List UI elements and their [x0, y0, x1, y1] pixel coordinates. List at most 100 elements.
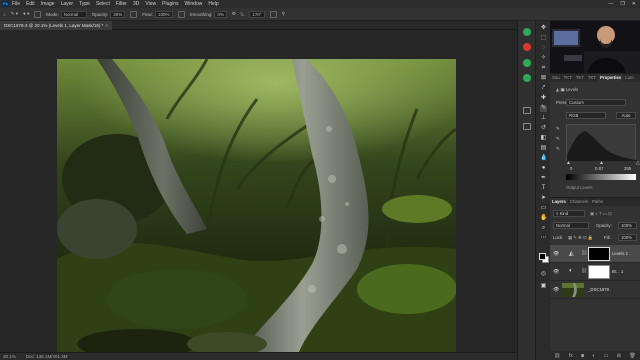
layer-name[interactable]: Levels 1 — [612, 251, 628, 256]
history-brush-tool-icon[interactable]: ↺ — [540, 125, 547, 132]
layer-brightness[interactable]: 👁 ◐ ⛓ Br... 1 — [550, 263, 640, 281]
foreground-color-swatch[interactable] — [539, 253, 546, 260]
smoothing-input[interactable]: 0% — [214, 10, 227, 18]
close-window-button[interactable]: ✕ — [632, 1, 636, 7]
quick-select-tool-icon[interactable]: ✧ — [540, 55, 547, 62]
input-mid-value[interactable]: 0.87 — [595, 166, 603, 171]
frame-tool-icon[interactable]: ⊠ — [540, 75, 547, 82]
healing-tool-icon[interactable]: ✚ — [540, 95, 547, 102]
zoom-tool-icon[interactable]: ⌕ — [540, 225, 547, 232]
dodge-tool-icon[interactable]: ● — [540, 165, 547, 172]
shape-tool-icon[interactable]: ▭ — [540, 205, 547, 212]
tab-tkt-2[interactable]: TKT — [574, 74, 586, 82]
marquee-tool-icon[interactable]: ⬚ — [540, 35, 547, 42]
tab-channels[interactable]: Channels — [568, 198, 590, 206]
lock-icons[interactable]: ▦ ✎ ✥ ⊡ 🔒 — [568, 235, 593, 241]
tab-layers[interactable]: Layers — [550, 198, 568, 206]
document-tab[interactable]: DSC1878-3 @ 20.1% (Levels 1, Layer Mask/… — [0, 21, 113, 30]
fx-icon[interactable]: fx — [569, 353, 573, 359]
eyedropper-black-icon[interactable]: ✎ — [556, 126, 560, 132]
green-plugin-icon[interactable] — [523, 59, 531, 67]
new-layer-icon[interactable]: ⊞ — [617, 353, 621, 359]
input-low-value[interactable]: 0 — [570, 166, 572, 171]
link-icon[interactable]: ⛓ — [554, 353, 560, 359]
visibility-eye-icon[interactable]: 👁 — [553, 251, 559, 257]
close-document-icon[interactable]: × — [105, 23, 108, 28]
layer-mask-thumbnail[interactable] — [588, 247, 610, 261]
layer-mask-thumbnail[interactable] — [588, 265, 610, 279]
history-icon[interactable] — [523, 107, 531, 114]
menu-help[interactable]: Help — [208, 1, 218, 7]
layer-opacity-input[interactable]: 100% — [618, 222, 637, 229]
path-select-tool-icon[interactable]: ➤ — [540, 195, 547, 202]
menu-edit[interactable]: Edit — [26, 1, 35, 7]
menu-window[interactable]: Window — [185, 1, 203, 7]
minimize-button[interactable]: — — [608, 1, 613, 7]
home-icon[interactable]: ⌂ — [3, 12, 6, 17]
hand-tool-icon[interactable]: ✋ — [540, 215, 547, 222]
menu-image[interactable]: Image — [41, 1, 55, 7]
actions-icon[interactable] — [523, 123, 531, 130]
opacity-input[interactable]: 30% — [110, 10, 126, 18]
eyedropper-tool-icon[interactable]: ⤤ — [540, 85, 547, 92]
tab-paths[interactable]: Paths — [590, 198, 605, 206]
preset-select[interactable]: Custom — [566, 99, 626, 106]
brush-tool-icon[interactable]: ✎ — [540, 105, 547, 112]
filter-kind-select[interactable]: ⌕ Kind — [553, 210, 585, 217]
crop-tool-icon[interactable]: ⌗ — [540, 65, 547, 72]
mode-select[interactable]: Normal — [60, 10, 87, 18]
visibility-eye-icon[interactable]: 👁 — [553, 269, 559, 275]
sync-icon[interactable] — [523, 28, 531, 36]
tab-tkt-3[interactable]: TKT — [586, 74, 598, 82]
menu-type[interactable]: Type — [79, 1, 90, 7]
layer-name[interactable]: Br... 1 — [612, 269, 623, 274]
menu-filter[interactable]: Filter — [116, 1, 127, 7]
adjustment-icon[interactable]: ◐ — [592, 353, 595, 359]
airbrush-icon[interactable] — [177, 10, 185, 18]
mask-link-icon[interactable]: ⛓ — [581, 250, 587, 256]
trash-icon[interactable]: 🗑 — [629, 353, 635, 359]
doc-info[interactable]: Doc: 136.1M/401.3M — [26, 354, 68, 359]
channel-select[interactable]: RGB — [566, 112, 606, 119]
lasso-tool-icon[interactable]: ◌ — [540, 45, 547, 52]
tab-tkt-1[interactable]: TKT — [562, 74, 574, 82]
smoothing-settings-icon[interactable]: ⚙ — [232, 11, 236, 17]
angle-input[interactable]: 170° — [249, 10, 265, 18]
group-icon[interactable]: ▭ — [604, 353, 609, 359]
zoom-level[interactable]: 20.1% — [3, 354, 16, 359]
mask-link-icon[interactable]: ⛓ — [581, 268, 587, 274]
brush-preset-picker[interactable]: ● ▾ — [23, 11, 29, 17]
pressure-size-icon[interactable] — [269, 10, 277, 18]
forest-photo[interactable] — [57, 59, 456, 357]
layer-levels[interactable]: 👁 ◭ ⛓ Levels 1 — [550, 245, 640, 263]
menu-3d[interactable]: 3D — [133, 1, 139, 7]
more-tools-icon[interactable]: ⋯ — [540, 235, 547, 242]
visibility-eye-icon[interactable]: 👁 — [553, 287, 559, 293]
menu-file[interactable]: File — [12, 1, 20, 7]
eyedropper-white-icon[interactable]: ✎ — [556, 146, 560, 152]
photo-thumbnail[interactable] — [562, 283, 584, 297]
gradient-tool-icon[interactable]: ▤ — [540, 145, 547, 152]
brush-settings-icon[interactable] — [34, 10, 42, 18]
red-plugin-icon[interactable] — [523, 43, 531, 51]
input-high-value[interactable]: 255 — [624, 166, 631, 171]
flow-input[interactable]: 100% — [155, 10, 173, 18]
move-tool-icon[interactable]: ✥ — [540, 25, 547, 32]
auto-button[interactable]: Auto — [616, 112, 636, 119]
menu-select[interactable]: Select — [96, 1, 110, 7]
screen-mode-icon[interactable]: ▣ — [540, 283, 547, 290]
symmetry-icon[interactable]: ⚲ — [282, 11, 285, 17]
tab-properties[interactable]: Properties — [598, 74, 624, 82]
tab-sou[interactable]: Sou — [550, 74, 562, 82]
menu-layer[interactable]: Layer — [61, 1, 74, 7]
fill-input[interactable]: 100% — [618, 234, 637, 241]
blur-tool-icon[interactable]: 💧 — [540, 155, 547, 162]
type-tool-icon[interactable]: T — [540, 185, 547, 192]
clone-stamp-tool-icon[interactable]: ⊥ — [540, 115, 547, 122]
maximize-button[interactable]: ❐ — [620, 1, 624, 7]
menu-view[interactable]: View — [145, 1, 156, 7]
angle-icon[interactable]: ◺ — [241, 11, 244, 17]
quick-mask-icon[interactable]: ◎ — [540, 271, 547, 278]
tab-lum[interactable]: Lum — [623, 74, 635, 82]
blend-mode-select[interactable]: Normal — [553, 222, 589, 229]
